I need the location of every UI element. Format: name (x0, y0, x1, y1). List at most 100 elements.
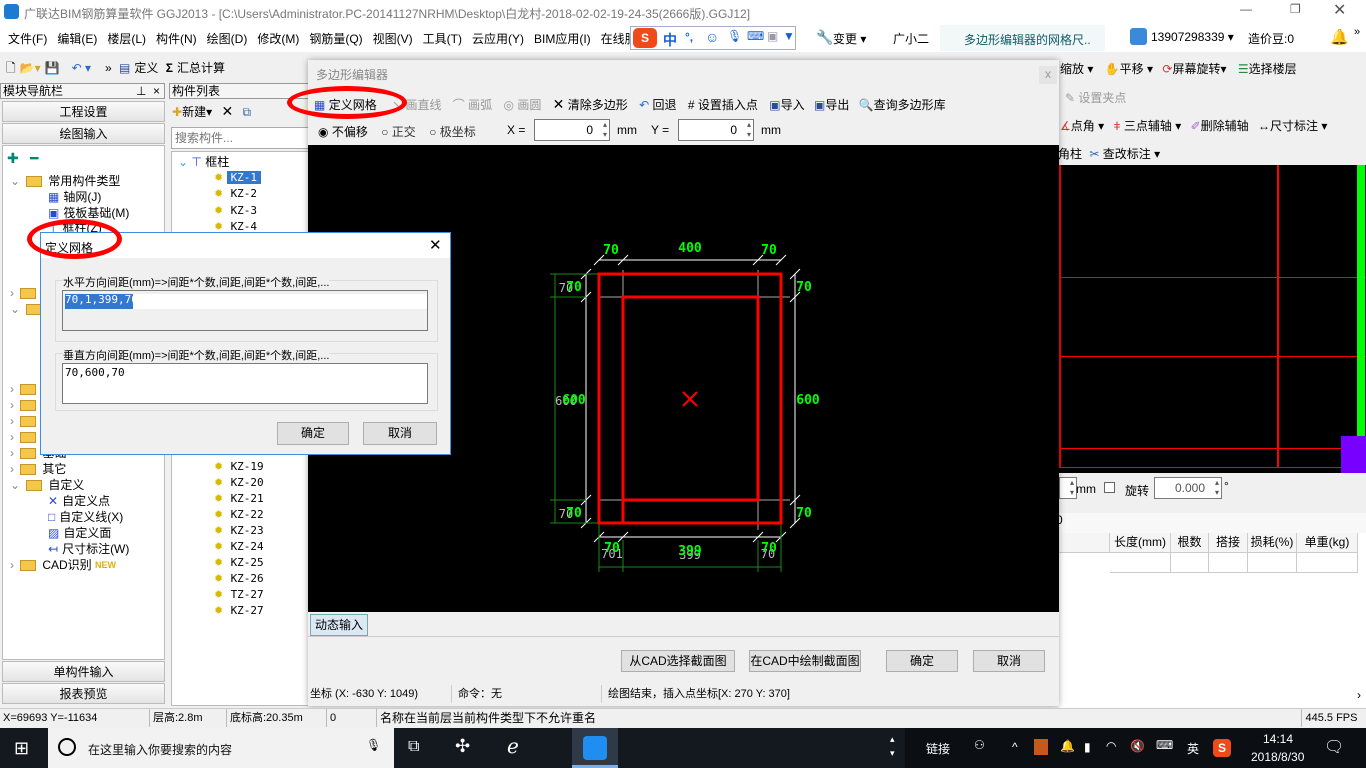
tray-app-icon[interactable] (1034, 739, 1048, 755)
table-cell[interactable] (1297, 553, 1358, 573)
tray-scroll-icon[interactable]: ▴ ▾ (890, 732, 895, 760)
chevron-down-icon[interactable]: ⌄ (178, 155, 188, 169)
radio-orthogonal[interactable]: ○ 正交 (381, 125, 416, 139)
start-button[interactable]: ⊞ (14, 738, 29, 759)
component-item[interactable]: ✹ KZ-21 (214, 491, 268, 506)
copy-icon[interactable]: ⧉ (243, 105, 252, 119)
chevron-right-icon[interactable]: › (10, 558, 14, 572)
dynamic-input-button[interactable]: 动态输入 (310, 614, 368, 636)
component-item[interactable]: ✹ KZ-20 (214, 475, 268, 490)
table-cell[interactable] (1248, 553, 1297, 573)
component-item[interactable]: ✹ KZ-2 (214, 186, 261, 201)
nav-tree-item[interactable]: ⌄ 常用构件类型 (10, 174, 120, 189)
offset-spinner[interactable] (1059, 477, 1077, 499)
chevron-right-icon[interactable]: › (10, 286, 14, 300)
component-item[interactable]: ✹ KZ-22 (214, 507, 268, 522)
grid-dialog-close-button[interactable]: ✕ (429, 236, 442, 254)
table-cell[interactable] (1110, 553, 1171, 573)
menu-cloud[interactable]: 云应用(Y) (472, 32, 524, 46)
ok-button[interactable]: 确定 (886, 650, 958, 672)
nav-close-icon[interactable]: × (153, 84, 160, 99)
people-icon[interactable]: ⚇ (974, 738, 985, 752)
chevron-right-icon[interactable]: › (10, 430, 14, 444)
minimize-button[interactable]: — (1240, 2, 1252, 16)
table-cell[interactable] (1209, 553, 1248, 573)
ie-icon[interactable]: ℯ (507, 734, 519, 759)
volume-muted-icon[interactable]: 🔇 (1130, 739, 1145, 753)
component-item[interactable]: ✹ KZ-24 (214, 539, 268, 554)
change-menu[interactable]: 变更 ▾ (833, 30, 866, 47)
component-item[interactable]: ✹ KZ-26 (214, 571, 268, 586)
draw-in-cad-button[interactable]: 在CAD中绘制截面图 (749, 650, 861, 672)
query-library-button[interactable]: 🔍查询多边形库 (859, 98, 946, 112)
three-axis-button[interactable]: ǂ 三点辅轴 ▾ (1113, 119, 1181, 133)
bell-icon[interactable]: 🔔 (1330, 28, 1349, 46)
grip-button[interactable]: ✎ 设置夹点 (1065, 89, 1126, 106)
corner-column-button[interactable]: 角柱 (1058, 147, 1082, 161)
dimension-button[interactable]: ↔尺寸标注 ▾ (1258, 119, 1327, 133)
set-insert-point-button[interactable]: # 设置插入点 (688, 98, 758, 112)
component-item[interactable]: ✹ TZ-27 (214, 587, 268, 602)
edit-dim-button[interactable]: ✂ 查改标注 ▾ (1089, 147, 1160, 161)
nav-tree-item[interactable]: › (10, 382, 39, 397)
radio-polar[interactable]: ○ 极坐标 (429, 125, 476, 139)
nav-tree-item[interactable]: ▦ 轴网(J) (48, 190, 101, 205)
export-button[interactable]: ▣导出 (814, 98, 849, 112)
sogou-tray-icon[interactable]: S (1213, 739, 1231, 757)
grid-ok-button[interactable]: 确定 (277, 422, 349, 445)
header-loss[interactable]: 损耗(%) (1248, 533, 1297, 553)
menu-file[interactable]: 文件(F) (8, 32, 47, 46)
sum-button[interactable]: 汇总计算 (177, 61, 225, 75)
notice-banner[interactable]: 多边形编辑器的网格尺.. (940, 25, 1105, 51)
chevron-right-icon[interactable]: › (10, 398, 14, 412)
keyboard-icon[interactable]: ⌨ (1156, 738, 1173, 752)
nav-tree-item[interactable]: › (10, 414, 39, 429)
pin-icon[interactable]: ⊥ (136, 84, 146, 99)
ggj-taskbar-app[interactable] (572, 728, 618, 768)
x-input[interactable]: 0 (534, 119, 610, 141)
nav-tree-item[interactable]: › (10, 430, 39, 445)
radio-no-offset[interactable]: ◉ 不偏移 (318, 125, 368, 139)
report-preview-button[interactable]: 报表预览 (2, 683, 165, 704)
header-lap[interactable]: 搭接 (1209, 533, 1248, 553)
nav-tree-item[interactable]: ⌄ 自定义 (10, 478, 84, 493)
component-item[interactable]: ✹ KZ-25 (214, 555, 268, 570)
taskbar-search[interactable]: 在这里输入你要搜索的内容 🎙 (48, 728, 394, 768)
y-input[interactable]: 0 (678, 119, 754, 141)
menu-modify[interactable]: 修改(M) (257, 32, 299, 46)
define-button[interactable]: 定义 (134, 61, 158, 75)
component-item[interactable]: ✹ KZ-27 (214, 603, 268, 618)
zoom-button[interactable]: 缩放 ▾ (1060, 62, 1093, 76)
action-center-icon[interactable]: 🗨 (1324, 737, 1344, 757)
close-window-button[interactable]: ✕ (1333, 0, 1346, 20)
chevron-right-icon[interactable]: › (10, 414, 14, 428)
from-cad-button[interactable]: 从CAD选择截面图 (621, 650, 735, 672)
save-icon[interactable]: 💾 (45, 61, 60, 75)
nav-tree-item[interactable]: › CAD识别 NEW (10, 558, 116, 573)
cancel-button[interactable]: 取消 (973, 650, 1045, 672)
chevron-down-icon[interactable]: ⌄ (10, 302, 20, 316)
define-icon[interactable]: ▤ (119, 61, 130, 75)
corner-button[interactable]: ∡点角 ▾ (1060, 119, 1104, 133)
ime-punct[interactable]: °, (685, 30, 693, 44)
ime-indicator[interactable]: 英 (1187, 740, 1199, 757)
wrench-icon[interactable]: 🔧 (816, 29, 833, 46)
menu-draw[interactable]: 绘图(D) (207, 32, 248, 46)
undo-button[interactable]: ↶ 回退 (639, 98, 676, 112)
component-item[interactable]: ✹ KZ-23 (214, 523, 268, 538)
drawing-input-button[interactable]: 绘图输入 (2, 123, 165, 144)
nav-tree-item[interactable]: ✕ 自定义点 (48, 494, 110, 509)
menu-rebar[interactable]: 钢筋量(Q) (309, 32, 362, 46)
horizontal-spacing-input[interactable]: 70,1,399,70 (62, 290, 428, 331)
expand-all-icon[interactable]: ✚ (7, 150, 19, 167)
grid-cancel-button[interactable]: 取消 (363, 422, 437, 445)
ime-lang[interactable]: 中 (663, 30, 677, 50)
main-canvas[interactable] (1059, 165, 1366, 473)
menu-bim[interactable]: BIM应用(I) (534, 32, 591, 46)
nav-tree-item[interactable]: □ 自定义线(X) (48, 510, 123, 525)
collapse-all-icon[interactable]: ━ (30, 150, 38, 167)
show-hidden-icon[interactable]: ^ (1012, 740, 1018, 754)
task-view-icon[interactable]: ⧉ (408, 738, 419, 756)
restore-button[interactable]: ❐ (1290, 2, 1301, 16)
nav-tree-item[interactable]: › 其它 (10, 462, 66, 477)
